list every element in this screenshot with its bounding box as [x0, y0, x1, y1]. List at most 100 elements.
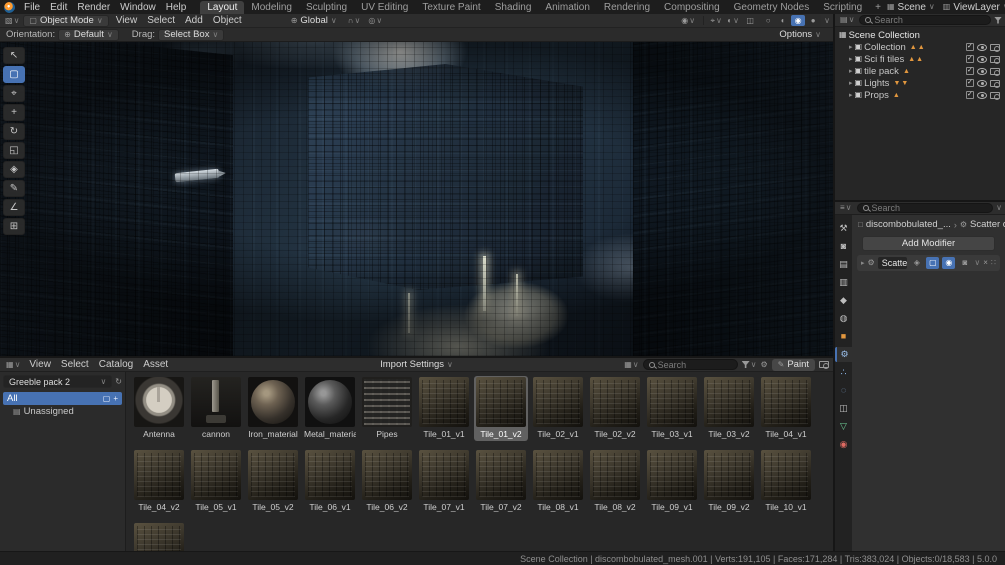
menu-item[interactable]: Select: [142, 15, 180, 26]
scene-selector[interactable]: ▦ Scene ∨: [887, 2, 935, 13]
exclude-checkbox[interactable]: [966, 67, 974, 75]
display-size-button[interactable]: ▦ ∨: [624, 359, 638, 370]
outliner-row[interactable]: ▸ ▣ Sci fi tiles ▲▲: [837, 53, 1003, 65]
menu-item[interactable]: Window: [115, 2, 161, 13]
hide-eye-icon[interactable]: [977, 92, 987, 99]
expand-icon[interactable]: ▸: [849, 44, 853, 51]
asset-library-dropdown[interactable]: Greeble pack 2 ∨: [3, 375, 112, 388]
transform-orientation-dropdown[interactable]: ⊕ Global ∨: [285, 15, 343, 27]
mode-dropdown[interactable]: ▢ Object Mode ∨: [23, 15, 108, 27]
modifier-panel-header[interactable]: ▸ ⚙ Scatter on Su... ◈ ▢ ◉ ◙ ∨ × ∷: [857, 255, 1000, 271]
workspace-tab[interactable]: Shading: [488, 1, 539, 14]
properties-tab[interactable]: ▤: [835, 257, 852, 272]
filter-icon[interactable]: [994, 17, 1002, 24]
workspace-tab[interactable]: Sculpting: [299, 1, 354, 14]
tool-button[interactable]: +: [3, 104, 25, 121]
add-modifier-button[interactable]: Add Modifier: [862, 236, 995, 251]
workspace-tab[interactable]: Scripting: [816, 1, 869, 14]
tool-button[interactable]: ∠: [3, 199, 25, 216]
catalog-item[interactable]: ▤ All ▢ +: [3, 392, 122, 405]
tool-button[interactable]: ⌖: [3, 85, 25, 102]
tool-button[interactable]: ↻: [3, 123, 25, 140]
hide-eye-icon[interactable]: [977, 56, 987, 63]
asset-search-input[interactable]: [658, 360, 732, 370]
menu-item[interactable]: Select: [56, 359, 94, 370]
paint-tool-button[interactable]: ✎ Paint: [772, 359, 815, 371]
asset-item[interactable]: Tile_04_v2: [132, 449, 186, 514]
menu-item[interactable]: Render: [72, 2, 115, 13]
editor-type-button[interactable]: ≡ ∨: [838, 204, 854, 212]
show-gizmo-toggle[interactable]: ⌖ ∨: [709, 15, 723, 26]
outliner-row[interactable]: ▸ ▣ tile pack ▲: [837, 65, 1003, 77]
asset-item[interactable]: Tile_05_v2: [246, 449, 300, 514]
expand-icon[interactable]: ▸: [849, 68, 853, 75]
properties-tab[interactable]: ◍: [835, 311, 852, 326]
hide-eye-icon[interactable]: [977, 80, 987, 87]
asset-item[interactable]: cannon: [189, 376, 243, 441]
shading-wireframe-button[interactable]: ○: [761, 15, 775, 26]
proportional-editing-toggle[interactable]: ◎ ∨: [365, 17, 385, 25]
menu-item[interactable]: Edit: [45, 2, 72, 13]
properties-tab[interactable]: ◫: [835, 401, 852, 416]
properties-search-input[interactable]: [872, 203, 988, 213]
workspace-tab[interactable]: Animation: [538, 1, 596, 14]
shading-dropdown-icon[interactable]: ∨: [824, 17, 830, 25]
asset-item[interactable]: Iron_material: [246, 376, 300, 441]
workspace-tab[interactable]: Compositing: [657, 1, 727, 14]
viewport-3d[interactable]: ↖ ▢ ⌖ + ↻ ◱ ◈ ✎: [0, 42, 833, 356]
refresh-icon[interactable]: ↻: [115, 378, 122, 386]
scene-collection-row[interactable]: ▦ Scene Collection: [837, 29, 1003, 41]
render-visibility-icon[interactable]: [990, 80, 1000, 87]
asset-item[interactable]: Tile_06_v2: [360, 449, 414, 514]
shading-rendered-button[interactable]: ●: [806, 15, 820, 26]
tool-button[interactable]: ◱: [3, 142, 25, 159]
asset-item[interactable]: [132, 522, 186, 551]
exclude-checkbox[interactable]: [966, 91, 974, 99]
expand-icon[interactable]: ▸: [849, 80, 853, 87]
asset-item[interactable]: Tile_03_v2: [702, 376, 756, 441]
orientation-dropdown[interactable]: ⊕ Default ∨: [58, 29, 119, 41]
shading-solid-button[interactable]: ◐: [776, 15, 790, 26]
editmode-display-toggle[interactable]: ▢: [926, 257, 939, 269]
asset-item[interactable]: Tile_07_v1: [417, 449, 471, 514]
render-visibility-icon[interactable]: [990, 56, 1000, 63]
workspace-tab[interactable]: Rendering: [597, 1, 657, 14]
drag-handle-icon[interactable]: ∷: [991, 259, 996, 267]
gear-icon[interactable]: ⚙: [760, 361, 767, 369]
editor-type-button[interactable]: ▤ ∨: [838, 16, 856, 24]
properties-tab[interactable]: ⚙: [835, 347, 852, 362]
expand-icon[interactable]: ▸: [849, 56, 853, 63]
asset-item[interactable]: Tile_01_v2: [474, 376, 528, 441]
drag-mode-dropdown[interactable]: Select Box ∨: [158, 29, 224, 41]
snap-toggle[interactable]: ∩ ∨: [345, 17, 364, 25]
asset-item[interactable]: Tile_05_v1: [189, 449, 243, 514]
outliner-row[interactable]: ▸ ▣ Collection ▲▲: [837, 41, 1003, 53]
asset-item[interactable]: Tile_04_v1: [759, 376, 813, 441]
outliner-row[interactable]: ▸ ▣ Lights ▼▼: [837, 77, 1003, 89]
menu-item[interactable]: View: [24, 359, 56, 370]
render-visibility-icon[interactable]: [990, 44, 1000, 51]
editor-type-button[interactable]: ▧ ∨: [3, 17, 21, 25]
node-group-button[interactable]: ◈: [910, 257, 923, 269]
asset-item[interactable]: Tile_03_v1: [645, 376, 699, 441]
menu-item[interactable]: Catalog: [94, 359, 138, 370]
workspace-tab[interactable]: UV Editing: [354, 1, 415, 14]
asset-item[interactable]: Tile_08_v1: [531, 449, 585, 514]
properties-tab[interactable]: ▥: [835, 275, 852, 290]
menu-item[interactable]: View: [111, 15, 143, 26]
asset-item[interactable]: Pipes: [360, 376, 414, 441]
workspace-tab[interactable]: Layout: [200, 1, 244, 14]
asset-item[interactable]: Tile_02_v1: [531, 376, 585, 441]
menu-item[interactable]: Object: [208, 15, 247, 26]
options-dropdown[interactable]: Options ∨: [773, 29, 827, 41]
workspace-tab[interactable]: Geometry Nodes: [727, 1, 817, 14]
properties-tab[interactable]: ⚒: [835, 221, 852, 236]
outliner-row[interactable]: ▸ ▣ Props ▲: [837, 89, 1003, 101]
properties-tab[interactable]: ■: [835, 329, 852, 344]
shading-material-button[interactable]: ◉: [791, 15, 805, 26]
workspace-tab[interactable]: Modeling: [244, 1, 299, 14]
render-visibility-icon[interactable]: [990, 68, 1000, 75]
asset-item[interactable]: Tile_06_v1: [303, 449, 357, 514]
xray-toggle[interactable]: ◫: [743, 15, 757, 26]
menu-item[interactable]: Asset: [138, 359, 173, 370]
